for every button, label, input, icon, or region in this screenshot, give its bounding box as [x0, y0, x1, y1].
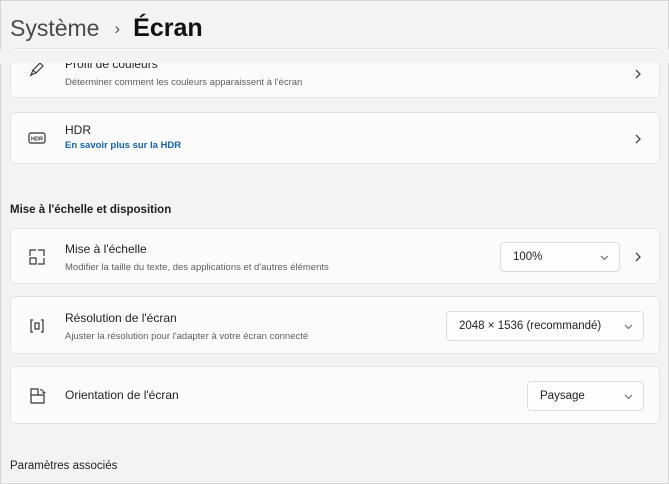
orientation-icon: [26, 385, 48, 407]
orientation-dropdown-value: Paysage: [540, 390, 585, 402]
scale-subtitle: Modifier la taille du texte, des applica…: [65, 262, 329, 273]
chevron-right-icon[interactable]: [631, 67, 645, 81]
scale-dropdown[interactable]: 100%: [500, 242, 620, 272]
header-mask: [0, 50, 669, 63]
hdr-card[interactable]: HDR HDR En savoir plus sur la HDR: [10, 112, 660, 164]
svg-text:HDR: HDR: [31, 137, 43, 143]
scale-icon: [26, 246, 48, 268]
resolution-title: Résolution de l'écran: [65, 311, 177, 325]
page-title: Écran: [133, 14, 203, 42]
hdr-title: HDR: [65, 123, 91, 137]
chevron-right-icon[interactable]: [631, 132, 645, 146]
breadcrumb-parent[interactable]: Système: [10, 15, 99, 42]
scale-title: Mise à l'échelle: [65, 242, 147, 256]
color-profile-subtitle: Déterminer comment les couleurs apparais…: [65, 77, 303, 88]
hdr-icon: HDR: [26, 127, 48, 149]
section-heading-scale: Mise à l'échelle et disposition: [10, 204, 172, 216]
breadcrumb-separator: ›: [114, 18, 121, 38]
scale-dropdown-value: 100%: [513, 251, 543, 263]
chevron-down-icon: [624, 394, 633, 400]
section-heading-related: Paramètres associés: [10, 460, 118, 472]
orientation-dropdown[interactable]: Paysage: [527, 381, 644, 411]
chevron-down-icon: [600, 255, 609, 261]
chevron-down-icon: [624, 324, 633, 330]
scale-card[interactable]: Mise à l'échelle Modifier la taille du t…: [10, 228, 660, 284]
resolution-dropdown[interactable]: 2048 × 1536 (recommandé): [446, 311, 644, 341]
resolution-subtitle: Ajuster la résolution pour l'adapter à v…: [65, 331, 309, 342]
resolution-card: Résolution de l'écran Ajuster la résolut…: [10, 296, 660, 354]
chevron-right-icon[interactable]: [631, 250, 645, 264]
hdr-learn-more-link[interactable]: En savoir plus sur la HDR: [65, 140, 181, 151]
breadcrumb: Système › Écran: [10, 14, 203, 43]
orientation-card: Orientation de l'écran Paysage: [10, 366, 660, 424]
orientation-title: Orientation de l'écran: [65, 388, 179, 402]
resolution-icon: [26, 315, 48, 337]
resolution-dropdown-value: 2048 × 1536 (recommandé): [459, 320, 602, 332]
